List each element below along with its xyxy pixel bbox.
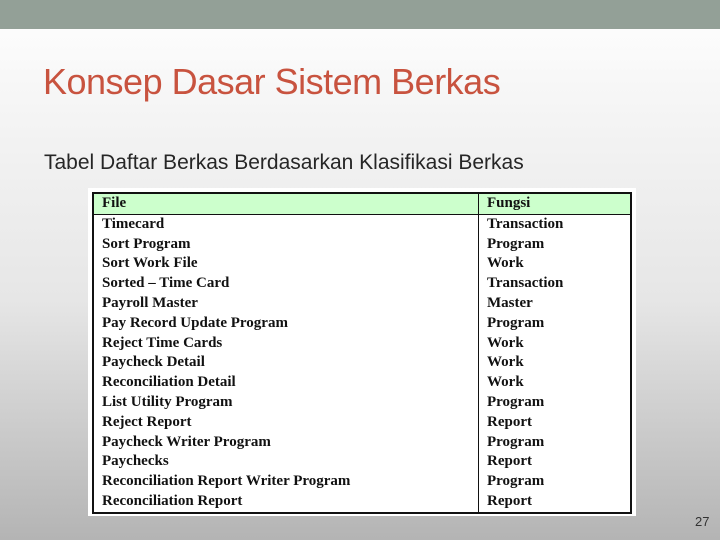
cell-fungsi: Work bbox=[487, 255, 524, 272]
cell-fungsi: Work bbox=[487, 374, 524, 391]
cell-file: Sort Program bbox=[93, 234, 479, 255]
table-row: Timecard Transaction bbox=[93, 214, 631, 235]
cell-fungsi: Program bbox=[487, 473, 545, 490]
cell-file: Reconciliation Detail bbox=[93, 373, 479, 393]
table-image: File Fungsi Timecard Transaction Sort Prog… bbox=[88, 188, 636, 516]
cell-fungsi: Report bbox=[487, 453, 532, 470]
cell-file: Reconciliation Report bbox=[93, 491, 479, 513]
cell-file: Sorted – Time Card bbox=[93, 274, 479, 294]
cell-fungsi: Work bbox=[487, 354, 524, 371]
cell-fungsi: Report bbox=[487, 413, 532, 430]
header-fungsi: Fungsi bbox=[478, 193, 631, 215]
table-row: Reconciliation Detail Work bbox=[93, 373, 631, 393]
cell-file: Timecard bbox=[93, 214, 479, 235]
cell-file: List Utility Program bbox=[93, 392, 479, 413]
cell-file: Reject Time Cards bbox=[93, 333, 479, 354]
table-row: Reject Time Cards Work bbox=[93, 333, 631, 354]
cell-file: Reject Report bbox=[93, 412, 479, 433]
cell-fungsi: Report bbox=[487, 492, 532, 509]
cell-file: Paycheck Detail bbox=[93, 353, 479, 374]
table-row: List Utility Program Program bbox=[93, 392, 631, 413]
cell-file: Sort Work File bbox=[93, 254, 479, 275]
cell-file: Pay Record Update Program bbox=[93, 313, 479, 334]
cell-file: Reconciliation Report Writer Program bbox=[93, 472, 479, 492]
cell-file: Paychecks bbox=[93, 452, 479, 473]
cell-file: Paycheck Writer Program bbox=[93, 432, 479, 453]
file-classification-table: File Fungsi Timecard Transaction Sort Prog… bbox=[92, 192, 632, 514]
cell-fungsi: Work bbox=[487, 334, 524, 351]
table-row: Sorted – Time Card Transaction bbox=[93, 274, 631, 294]
cell-fungsi: Transaction bbox=[487, 215, 564, 232]
table-row: Sort Program Program bbox=[93, 234, 631, 255]
table-row: Pay Record Update Program Program bbox=[93, 313, 631, 334]
table-row: Paychecks Report bbox=[93, 452, 631, 473]
table-row: Payroll Master Master bbox=[93, 293, 631, 314]
cell-fungsi: Program bbox=[487, 433, 545, 450]
table-row: Reconciliation Report Writer Program Prog… bbox=[93, 472, 631, 492]
cell-fungsi: Program bbox=[487, 314, 545, 331]
table-row: Sort Work File Work bbox=[93, 254, 631, 275]
cell-fungsi: Master bbox=[487, 294, 533, 311]
cell-fungsi: Program bbox=[487, 235, 545, 252]
cell-fungsi: Program bbox=[487, 393, 545, 410]
slide-title: Konsep Dasar Sistem Berkas bbox=[43, 61, 501, 102]
table-header-row: File Fungsi bbox=[93, 193, 631, 215]
top-bar bbox=[0, 0, 720, 29]
table-row: Paycheck Detail Work bbox=[93, 353, 631, 374]
slide-subtitle: Tabel Daftar Berkas Berdasarkan Klasifik… bbox=[44, 151, 524, 174]
cell-file: Payroll Master bbox=[93, 293, 479, 314]
table-row: Reconciliation Report Report bbox=[93, 491, 631, 513]
table-row: Paycheck Writer Program Program bbox=[93, 432, 631, 453]
page-number: 27 bbox=[695, 514, 710, 529]
cell-fungsi: Transaction bbox=[487, 275, 564, 292]
header-file: File bbox=[93, 193, 479, 215]
table-row: Reject Report Report bbox=[93, 412, 631, 433]
